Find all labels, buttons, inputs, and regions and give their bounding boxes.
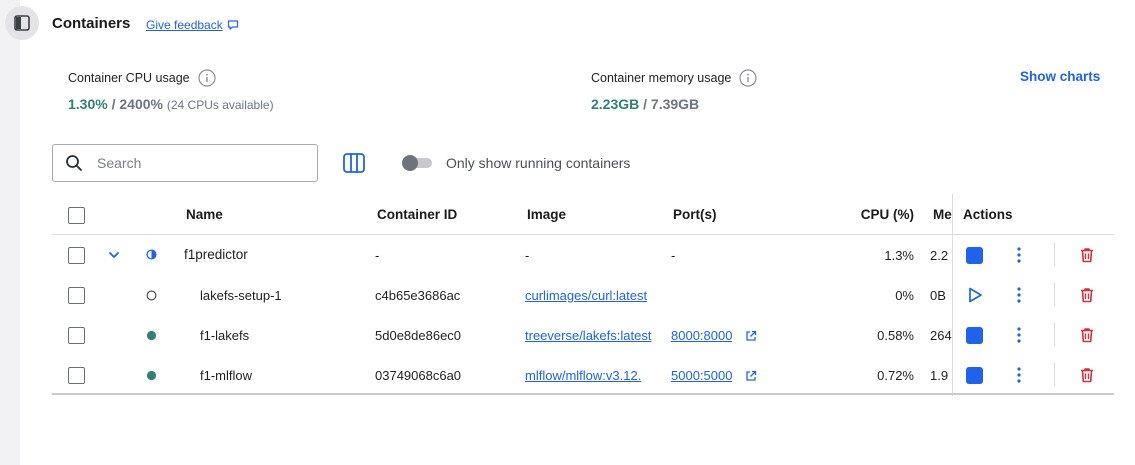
table-row[interactable]: f1-mlflow 03749068c6a0 mlflow/mlflow:v3.… xyxy=(52,355,1114,395)
cpu-usage-label-row: Container CPU usage xyxy=(68,69,216,87)
action-divider xyxy=(1054,243,1055,267)
table-header: Name Container ID Image Port(s) CPU (%) … xyxy=(52,194,1114,235)
memory-usage-label: Container memory usage xyxy=(591,71,732,85)
cpu-usage-label: Container CPU usage xyxy=(68,71,190,85)
memory-used: 2.23GB xyxy=(591,96,640,112)
partial-status-icon xyxy=(146,249,157,260)
container-memory: 264 xyxy=(930,328,952,343)
more-options-icon[interactable] xyxy=(1012,326,1026,344)
stopped-status-icon xyxy=(146,290,157,301)
show-charts-button[interactable]: Show charts xyxy=(1020,69,1100,84)
sidebar-panel-icon xyxy=(14,15,30,31)
cpu-usage-value: 1.30% / 2400% (24 CPUs available) xyxy=(68,96,274,112)
cpu-separator: / xyxy=(107,96,120,112)
trash-icon[interactable] xyxy=(1078,366,1096,384)
container-id: c4b65e3686ac xyxy=(375,288,461,303)
play-icon[interactable] xyxy=(966,286,984,304)
cpu-note: (24 CPUs available) xyxy=(166,98,274,112)
running-only-toggle[interactable] xyxy=(402,155,432,171)
container-id: 03749068c6a0 xyxy=(375,368,462,383)
cpu-total: 2400% xyxy=(119,96,163,112)
container-image-link[interactable]: curlimages/curl:latest xyxy=(525,288,664,303)
row-checkbox[interactable] xyxy=(68,367,85,384)
column-header-name[interactable]: Name xyxy=(186,207,223,222)
running-status-icon xyxy=(146,330,157,341)
external-link-icon[interactable] xyxy=(745,330,757,342)
actions-column-divider xyxy=(952,194,953,396)
row-checkbox[interactable] xyxy=(68,287,85,304)
column-header-image[interactable]: Image xyxy=(527,207,566,222)
container-image: - xyxy=(525,248,530,263)
page-title: Containers xyxy=(52,15,131,32)
search-icon xyxy=(66,155,82,171)
container-memory: 0B xyxy=(930,288,946,303)
column-header-cpu[interactable]: CPU (%) xyxy=(832,207,914,222)
container-memory: 1.9 xyxy=(930,368,949,383)
info-icon[interactable] xyxy=(198,69,216,87)
external-link-icon[interactable] xyxy=(745,370,757,382)
search-input[interactable] xyxy=(95,154,295,172)
container-cpu: 0.58% xyxy=(877,328,914,343)
info-icon[interactable] xyxy=(739,69,757,87)
stop-button[interactable] xyxy=(966,247,983,264)
row-checkbox[interactable] xyxy=(68,327,85,344)
action-divider xyxy=(1054,283,1055,307)
column-header-container-id[interactable]: Container ID xyxy=(377,207,457,222)
cpu-used: 1.30% xyxy=(68,96,108,112)
container-cpu: 1.3% xyxy=(884,248,914,263)
container-cpu: 0% xyxy=(895,288,914,303)
container-name[interactable]: lakefs-setup-1 xyxy=(200,288,282,303)
chevron-down-icon[interactable] xyxy=(108,250,120,260)
container-name[interactable]: f1predictor xyxy=(184,247,248,262)
column-header-memory[interactable]: Me xyxy=(933,207,952,222)
container-id: 5d0e8de86ec0 xyxy=(375,328,462,343)
search-box[interactable] xyxy=(52,144,318,182)
column-header-ports[interactable]: Port(s) xyxy=(673,207,717,222)
feedback-icon xyxy=(227,20,238,30)
left-rail xyxy=(0,0,20,465)
running-only-label: Only show running containers xyxy=(446,155,631,171)
columns-icon[interactable] xyxy=(342,151,366,175)
running-status-icon xyxy=(146,370,157,381)
trash-icon[interactable] xyxy=(1078,246,1096,264)
trash-icon[interactable] xyxy=(1078,326,1096,344)
container-image-link[interactable]: mlflow/mlflow:v3.12. xyxy=(525,368,664,383)
table-row[interactable]: lakefs-setup-1 c4b65e3686ac curlimages/c… xyxy=(52,275,1114,315)
table-row[interactable]: f1-lakefs 5d0e8de86ec0 treeverse/lakefs:… xyxy=(52,315,1114,355)
sidebar-toggle-button[interactable] xyxy=(5,6,39,40)
select-all-checkbox[interactable] xyxy=(68,207,85,224)
table-bottom-border xyxy=(52,393,1114,395)
stop-button[interactable] xyxy=(966,367,983,384)
table-row[interactable]: f1predictor - - - 1.3% 2.2 xyxy=(52,235,1114,275)
give-feedback-link[interactable]: Give feedback xyxy=(146,18,239,32)
containers-table: Name Container ID Image Port(s) CPU (%) … xyxy=(52,194,1114,396)
memory-separator: / xyxy=(639,96,651,112)
container-name[interactable]: f1-mlflow xyxy=(200,368,252,383)
row-checkbox[interactable] xyxy=(68,247,85,264)
toggle-knob xyxy=(402,155,418,171)
action-divider xyxy=(1054,363,1055,387)
stop-button[interactable] xyxy=(966,327,983,344)
memory-usage-label-row: Container memory usage xyxy=(591,69,757,87)
trash-icon[interactable] xyxy=(1078,286,1096,304)
container-image-link[interactable]: treeverse/lakefs:latest xyxy=(525,328,664,343)
more-options-icon[interactable] xyxy=(1012,246,1026,264)
more-options-icon[interactable] xyxy=(1012,286,1026,304)
memory-total: 7.39GB xyxy=(650,96,700,112)
give-feedback-label: Give feedback xyxy=(146,18,223,32)
container-ports: - xyxy=(671,248,676,263)
container-name[interactable]: f1-lakefs xyxy=(200,328,249,343)
container-port-link[interactable]: 5000:5000 xyxy=(671,368,732,383)
memory-usage-value: 2.23GB / 7.39GB xyxy=(591,96,699,112)
column-header-actions: Actions xyxy=(963,207,1013,222)
more-options-icon[interactable] xyxy=(1012,366,1026,384)
container-cpu: 0.72% xyxy=(877,368,914,383)
container-port-link[interactable]: 8000:8000 xyxy=(671,328,732,343)
action-divider xyxy=(1054,323,1055,347)
container-id: - xyxy=(375,248,380,263)
container-memory: 2.2 xyxy=(930,248,949,263)
